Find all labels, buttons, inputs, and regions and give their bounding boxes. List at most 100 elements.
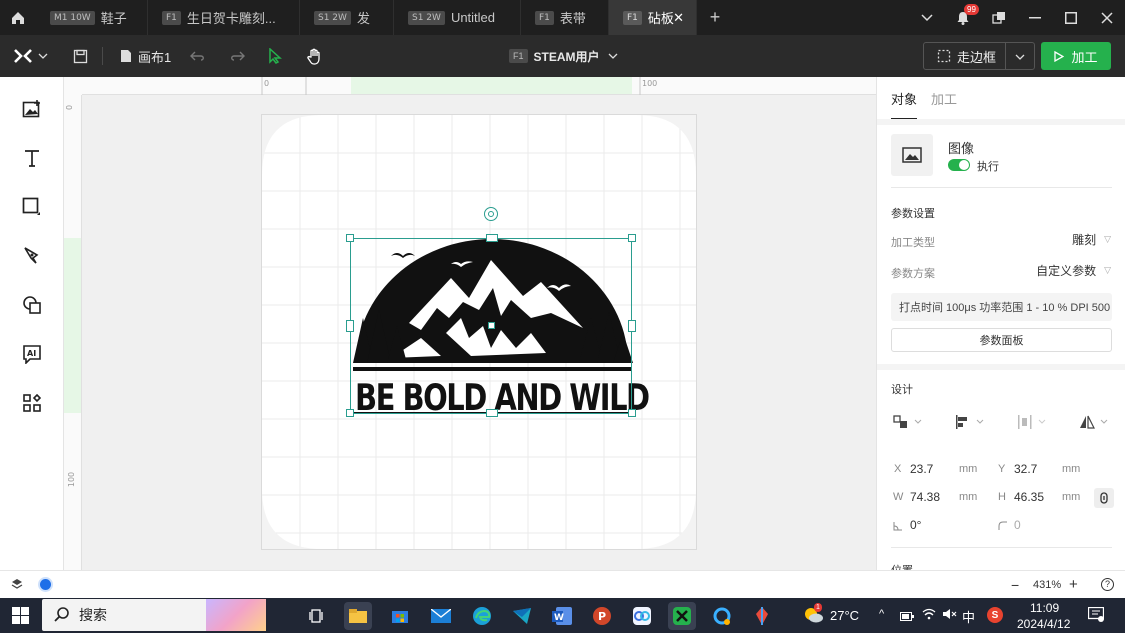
distribute-icon[interactable] [1017,415,1047,432]
weather-temp: 27°C [830,608,860,623]
tab-object[interactable]: 对象 [891,89,918,120]
windows-start-icon[interactable] [12,607,29,627]
layers-icon[interactable] [11,578,23,593]
align-left-icon[interactable] [955,415,985,432]
ime-indicator[interactable]: 中 [962,607,975,626]
undo-icon[interactable] [190,35,206,77]
process-type-select[interactable]: 雕刻 ▽ [1072,231,1111,248]
param-panel-button[interactable]: 参数面板 [891,328,1112,352]
minimize-icon[interactable] [1017,0,1053,35]
app-icon-2[interactable] [628,602,656,630]
tab-cutting-board[interactable]: F1 砧板 ✕ [609,0,697,35]
chevron-down-icon[interactable] [1015,54,1025,60]
notification-center-icon[interactable] [1087,606,1105,625]
apps-grid-icon[interactable] [20,391,44,415]
bell-icon[interactable]: 99 [945,0,981,35]
resize-handle[interactable] [486,234,498,242]
clock-date[interactable]: 2024/4/12 [1017,617,1070,631]
image-tool-icon[interactable] [20,97,44,121]
save-icon[interactable] [73,35,88,77]
tab-device-badge: F1 [162,10,181,25]
maximize-icon[interactable] [1053,0,1089,35]
process-button[interactable]: 加工 [1041,42,1111,70]
zoom-in-icon[interactable]: + [1069,576,1078,593]
zoom-level[interactable]: 431% [1033,579,1061,591]
store-icon[interactable] [386,602,414,630]
tab-shoes[interactable]: M1 10W 鞋子 [36,0,148,35]
resize-handle[interactable] [346,320,354,332]
device-selector[interactable]: F1 STEAM用户 [509,35,618,77]
tab-process[interactable]: 加工 [931,89,957,120]
canvas-name[interactable]: 画布1 [120,35,171,77]
weather-icon[interactable]: 1 [802,603,824,627]
tab-strap[interactable]: F1 表带 [521,0,609,35]
battery-icon[interactable] [900,610,914,624]
edge-icon[interactable] [468,602,496,630]
width-input[interactable]: 74.38 [910,490,940,504]
wifi-icon[interactable] [922,608,936,623]
tab-hair[interactable]: S1 2W 发 [300,0,394,35]
tab-label: 砧板 [647,11,674,26]
execute-toggle[interactable] [948,159,970,171]
y-input[interactable]: 32.7 [1014,462,1037,476]
rotate-handle-icon[interactable] [484,207,498,221]
resize-handle[interactable] [486,409,498,417]
tab-birthday-card[interactable]: F1 生日贺卡雕刻... [148,0,300,35]
text-tool-icon[interactable] [20,146,44,170]
resize-handle[interactable] [346,234,354,242]
frame-button[interactable]: 走边框 [923,42,1035,70]
hand-tool-icon[interactable] [307,35,323,77]
pen-tool-icon[interactable] [20,244,44,268]
xtool-app-icon[interactable] [668,602,696,630]
resize-handle[interactable] [628,409,636,417]
task-view-icon[interactable] [302,602,330,630]
height-input[interactable]: 46.35 [1014,490,1044,504]
corner-radius-input[interactable]: 0 [1014,518,1021,532]
zoom-out-icon[interactable]: − [1011,577,1019,593]
close-window-icon[interactable] [1089,0,1125,35]
group-icon[interactable] [893,415,923,432]
resize-handle[interactable] [628,320,636,332]
y-unit: mm [1062,463,1081,475]
app-menu-button[interactable] [14,35,48,77]
chevron-up-icon[interactable]: ^ [879,608,884,620]
browser-icon[interactable] [708,602,736,630]
file-explorer-icon[interactable] [344,602,372,630]
app-icon-3[interactable] [748,602,776,630]
scheme-select[interactable]: 自定义参数 ▽ [1036,262,1111,279]
search-highlight-image [206,599,266,631]
x-input[interactable]: 23.7 [910,462,933,476]
app-icon[interactable] [508,602,536,630]
word-icon[interactable]: W [548,602,576,630]
resize-handle[interactable] [346,409,354,417]
ai-tool-icon[interactable]: AI [20,342,44,366]
chevron-down-icon[interactable] [909,0,945,35]
mail-icon[interactable] [427,602,455,630]
select-tool-icon[interactable] [268,35,282,77]
tab-label: Untitled [450,10,496,25]
clock-time[interactable]: 11:09 [1030,601,1059,615]
corner-radius-icon [998,520,1008,534]
add-tab-icon[interactable]: + [697,0,733,35]
boolean-tool-icon[interactable] [20,293,44,317]
ruler-label: 0 [264,79,270,88]
center-handle[interactable] [488,322,495,329]
tab-device-badge: F1 [623,10,642,25]
restore-windows-icon[interactable] [981,0,1017,35]
play-icon [1054,50,1065,62]
flip-icon[interactable] [1079,415,1109,432]
shape-tool-icon[interactable] [20,195,44,219]
sogou-input-icon[interactable]: S [987,607,1003,623]
help-icon[interactable]: ? [1101,578,1114,591]
resize-handle[interactable] [628,234,636,242]
home-icon[interactable] [0,0,36,35]
tab-untitled[interactable]: S1 2W Untitled [394,0,521,35]
tab-device-badge: M1 10W [50,10,95,25]
close-tab-icon[interactable]: ✕ [673,10,684,26]
redo-icon[interactable] [229,35,245,77]
rotation-input[interactable]: 0° [910,518,921,532]
volume-muted-icon[interactable] [942,608,958,623]
lock-ratio-icon[interactable] [1094,488,1114,508]
taskbar-search[interactable]: 搜索 [42,599,266,631]
powerpoint-icon[interactable]: P [588,602,616,630]
